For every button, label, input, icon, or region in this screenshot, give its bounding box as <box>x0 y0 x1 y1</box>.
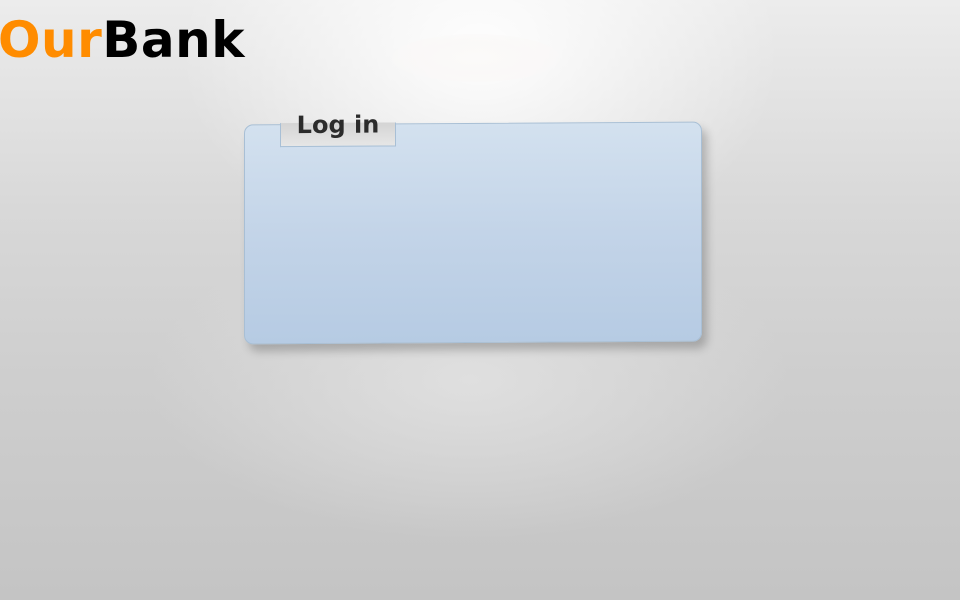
logo-text-bank: Bank <box>102 11 245 69</box>
login-tab: Log in <box>280 111 396 148</box>
background-glare <box>392 34 560 82</box>
ourbank-logo: OurBank <box>0 10 245 70</box>
login-panel: Log in <box>244 111 702 345</box>
login-title: Log in <box>296 110 380 140</box>
logo-text-our: Our <box>0 11 103 69</box>
